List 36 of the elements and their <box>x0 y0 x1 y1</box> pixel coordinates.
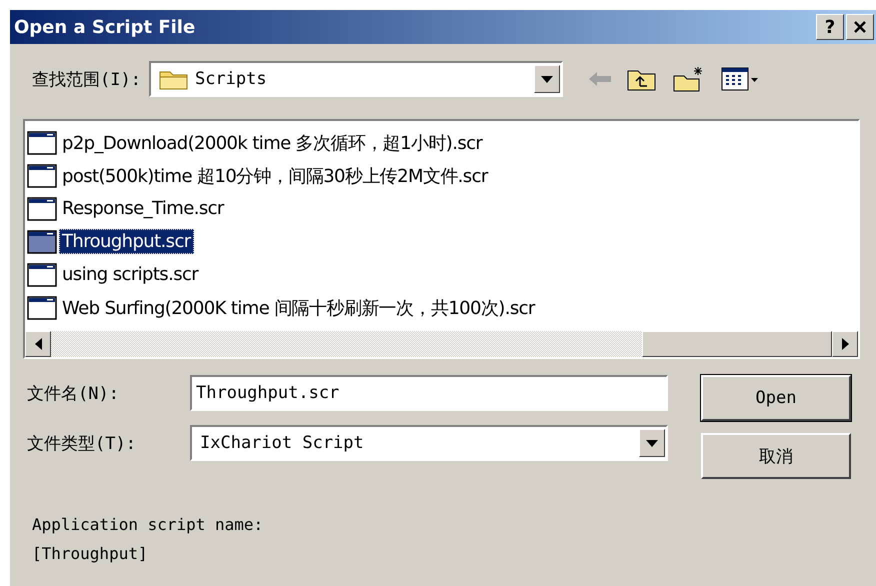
scrollbar-thumb[interactable] <box>642 331 832 357</box>
left-arrow-icon <box>34 338 42 350</box>
horizontal-scrollbar[interactable] <box>25 331 858 357</box>
look-in-dropdown[interactable]: Scripts <box>148 61 563 97</box>
close-icon <box>853 20 867 34</box>
window-file-icon <box>27 230 57 254</box>
dialog-button[interactable]: Open <box>701 375 851 421</box>
file-item[interactable]: Throughput.scr <box>59 229 194 254</box>
dropdown-arrow-icon <box>646 440 658 446</box>
window-file-icon <box>27 296 57 320</box>
file-item[interactable]: p2p_Download(2000k time 多次循环，超1小时).scr <box>59 128 486 156</box>
window-file-icon <box>27 262 57 286</box>
look-in-label: 查找范围(I): <box>32 68 141 90</box>
window-file-icon <box>27 196 57 220</box>
file-item[interactable]: Response_Time.scr <box>59 196 227 221</box>
file-item[interactable]: using scripts.scr <box>59 262 202 287</box>
window-file-icon <box>27 164 57 188</box>
help-button[interactable]: ? <box>816 14 844 40</box>
file-type-label: 文件类型(T): <box>27 432 137 454</box>
description-text: Application script name: <box>32 515 264 534</box>
scroll-right-button[interactable] <box>832 331 858 357</box>
window-title: Open a Script File <box>14 16 196 38</box>
file-item[interactable]: Web Surfing(2000K time 间隔十秒刷新一次，共100次).scr <box>59 294 538 322</box>
scroll-left-button[interactable] <box>25 331 51 357</box>
close-button[interactable] <box>846 14 874 40</box>
dialog-button[interactable]: 取消 <box>701 433 851 479</box>
dropdown-arrow-icon <box>540 76 553 82</box>
view-menu-icon[interactable] <box>720 67 759 91</box>
new-folder-icon[interactable] <box>672 66 705 92</box>
file-item[interactable]: post(500k)time 超10分钟，间隔30秒上传2M文件.scr <box>59 162 491 190</box>
description-text: [Throughput] <box>32 544 149 563</box>
file-name-field[interactable]: Throughput.scr <box>190 375 668 411</box>
right-arrow-icon <box>842 338 848 350</box>
file-type-dropdown[interactable]: IxChariot Script <box>190 425 668 461</box>
window-file-icon <box>27 130 57 154</box>
file-name-label: 文件名(N): <box>27 382 120 404</box>
